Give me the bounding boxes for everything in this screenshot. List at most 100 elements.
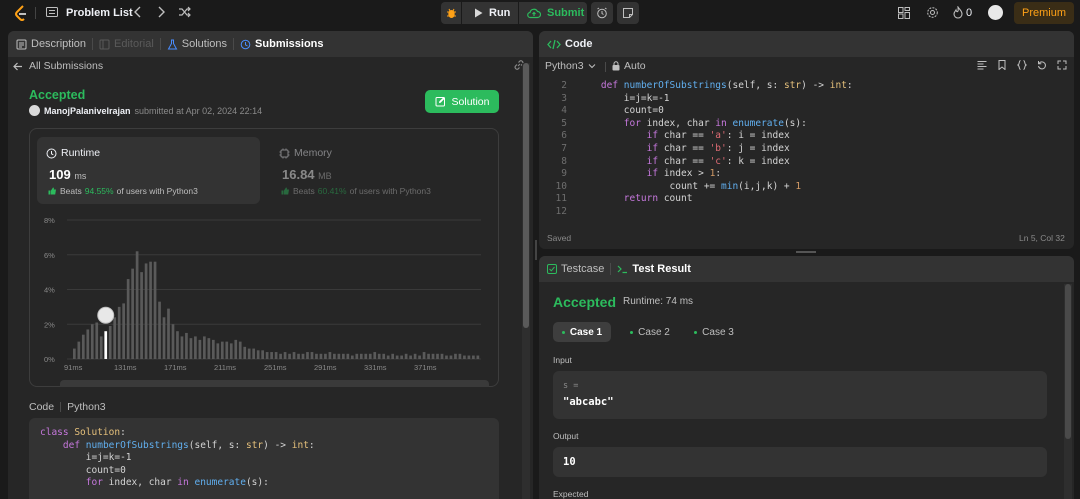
- chart-bar: [117, 306, 121, 359]
- range-navigator: [60, 380, 489, 387]
- chart-bar: [306, 352, 309, 359]
- tab-testcase[interactable]: Testcase: [547, 263, 604, 275]
- premium-button[interactable]: Premium: [1014, 2, 1074, 24]
- streak-count: 0: [966, 6, 973, 19]
- avatar[interactable]: [988, 5, 1003, 20]
- test-runtime: Runtime: 74 ms: [623, 296, 694, 307]
- leetcode-logo[interactable]: [14, 5, 28, 24]
- chart-bar: [454, 353, 457, 359]
- chart-bar: [359, 353, 363, 359]
- memory-card[interactable]: Memory 16.84 MB Beats 60.41% of users wi…: [270, 137, 493, 204]
- next-problem-icon[interactable]: [156, 6, 166, 18]
- case-tab-2[interactable]: Case 2: [621, 322, 679, 342]
- memory-beats: Beats 60.41% of users with Python3: [281, 186, 431, 196]
- chart-bar: [261, 350, 264, 359]
- case-tab-1[interactable]: Case 1: [553, 322, 611, 342]
- chip-icon: [279, 148, 290, 158]
- chart-bar: [207, 338, 211, 359]
- x-tick-label: 211ms: [214, 363, 236, 372]
- problem-list-link[interactable]: Problem List: [66, 7, 133, 19]
- problem-list-icon[interactable]: [46, 6, 58, 18]
- chart-bar: [418, 355, 421, 359]
- top-bar: Problem List Run Submit 0 Premium: [0, 0, 1080, 26]
- tab-submissions[interactable]: Submissions: [240, 38, 324, 50]
- tab-editorial[interactable]: Editorial: [99, 38, 154, 50]
- username[interactable]: ManojPalanivelrajan: [44, 106, 131, 116]
- chart-bar: [126, 279, 130, 359]
- code-editor[interactable]: def numberOfSubstrings(self, s: str) -> …: [578, 80, 853, 219]
- case-3-label: Case 3: [702, 326, 734, 338]
- prev-problem-icon[interactable]: [133, 6, 143, 18]
- lock-icon: [612, 61, 620, 71]
- submitted-code-block[interactable]: class Solution: def numberOfSubstrings(s…: [29, 418, 499, 499]
- code-line: if index > 1:: [646, 168, 722, 180]
- code-line: def numberOfSubstrings(self, s: str) -> …: [600, 80, 853, 91]
- pass-dot: [561, 330, 565, 334]
- alarm-clock-icon: [597, 7, 607, 19]
- reset-icon[interactable]: [1037, 60, 1047, 70]
- chart-bar: [310, 352, 314, 359]
- chart-bar: [140, 272, 143, 359]
- scrollbar-track[interactable]: [522, 63, 530, 499]
- divider: [35, 7, 36, 19]
- format-align-icon[interactable]: [977, 60, 987, 70]
- solution-button[interactable]: Solution: [425, 90, 499, 113]
- tab-description[interactable]: Description: [16, 38, 86, 50]
- streak-counter[interactable]: 0: [953, 6, 972, 19]
- chart-bar: [225, 341, 229, 359]
- code-line: for index, char in enumerate(s):: [623, 117, 807, 129]
- cursor-position: Ln 5, Col 32: [1019, 233, 1065, 243]
- all-submissions-link[interactable]: All Submissions: [13, 60, 103, 72]
- language-select[interactable]: Python3: [545, 60, 596, 72]
- case-tab-3[interactable]: Case 3: [685, 322, 743, 342]
- chart-bar: [189, 338, 193, 359]
- memory-value: 16.84: [282, 167, 315, 182]
- runtime-card[interactable]: Runtime 109 ms Beats 94.55% of users wit…: [37, 137, 260, 204]
- scrollbar-thumb[interactable]: [523, 63, 529, 328]
- thumbs-up-icon: [281, 187, 289, 195]
- curly-braces-icon[interactable]: [1017, 60, 1027, 70]
- user-position-marker: [97, 306, 115, 324]
- chart-bar: [203, 336, 206, 359]
- vertical-resize-handle[interactable]: [535, 240, 537, 260]
- y-tick-label: 2%: [44, 320, 55, 329]
- debug-button[interactable]: [441, 2, 461, 24]
- settings-gear-icon[interactable]: [926, 6, 939, 19]
- run-button[interactable]: Run: [462, 2, 518, 24]
- language-label: Python3: [545, 60, 584, 72]
- line-number: 11: [555, 193, 567, 205]
- chart-bar: [86, 329, 90, 359]
- chart-bar: [355, 353, 359, 359]
- divider: [605, 62, 606, 72]
- chart-bar: [220, 341, 224, 359]
- result-scrollbar-track[interactable]: [1064, 284, 1072, 499]
- code-line: for index, char in enumerate(s):: [85, 477, 269, 489]
- tab-solutions[interactable]: Solutions: [167, 38, 227, 50]
- bookmark-icon[interactable]: [997, 60, 1007, 70]
- chart-bar: [324, 353, 327, 359]
- x-tick-label: 331ms: [364, 363, 387, 372]
- chevron-down-icon: [588, 64, 595, 69]
- line-number: 5: [561, 117, 567, 129]
- y-tick-label: 0%: [44, 355, 55, 364]
- result-tab-bar: Testcase Test Result: [539, 256, 1074, 282]
- test-result-status: Accepted: [553, 294, 617, 310]
- code-label: Code: [29, 401, 55, 413]
- notes-button[interactable]: [617, 2, 639, 24]
- runtime-distribution-chart[interactable]: 8% 6% 4% 2% 0% 91ms 131ms 171ms 211ms 251ms 291ms 3…: [29, 209, 499, 387]
- user-avatar[interactable]: [29, 105, 40, 116]
- timer-button[interactable]: [591, 2, 613, 24]
- tab-test-result[interactable]: Test Result: [617, 263, 691, 275]
- chart-bar: [229, 343, 233, 359]
- result-scrollbar-thumb[interactable]: [1065, 284, 1071, 439]
- expand-icon[interactable]: [1057, 60, 1067, 70]
- submit-button[interactable]: Submit: [519, 2, 587, 24]
- auto-mode[interactable]: Auto: [612, 60, 646, 72]
- layout-icon[interactable]: [898, 7, 910, 19]
- shuffle-icon[interactable]: [178, 6, 192, 18]
- chart-bar: [315, 353, 318, 359]
- tab-description-label: Description: [31, 38, 87, 50]
- terminal-icon: [617, 265, 628, 274]
- chart-bar: [167, 308, 170, 359]
- horizontal-resize-handle[interactable]: [796, 251, 816, 253]
